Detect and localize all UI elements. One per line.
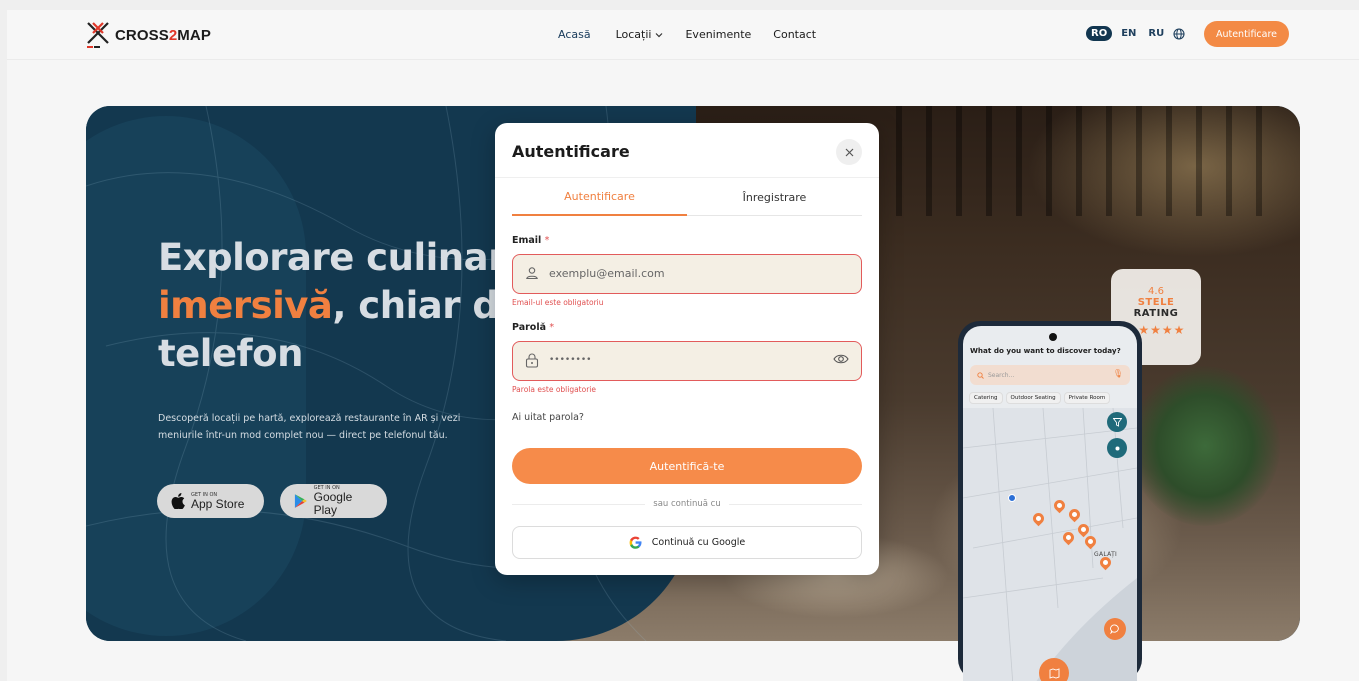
rating-value: 4.6 [1148, 286, 1164, 297]
logo[interactable]: CROSS2MAP [85, 19, 211, 51]
header-login-button[interactable]: Autentificare [1204, 21, 1289, 47]
phone-title: What do you want to discover today? [970, 346, 1121, 355]
auth-tabs: Autentificare Înregistrare [512, 178, 862, 216]
password-label: Parolă * [512, 322, 555, 333]
google-login-label: Continuă cu Google [651, 537, 746, 548]
phone-mockup: What do you want to discover today? Sear… [958, 321, 1142, 681]
google-play-button[interactable]: GET IN ON Google Play [280, 484, 387, 518]
email-error: Email-ul este obligatoriu [512, 298, 604, 307]
google-play-text: GET IN ON Google Play [313, 485, 353, 517]
app-store-button[interactable]: GET IN ON App Store [157, 484, 264, 518]
plant-decoration [1130, 366, 1280, 526]
google-play-icon [294, 494, 307, 508]
or-divider: sau continuă cu [512, 497, 862, 511]
close-button[interactable] [836, 139, 862, 165]
email-field[interactable]: exemplu@email.com [512, 254, 862, 294]
camera-notch [1049, 333, 1057, 341]
search-icon [977, 371, 984, 379]
chat-fab [1104, 618, 1126, 640]
chip: Outdoor Seating [1005, 392, 1061, 404]
globe-icon[interactable] [1173, 27, 1185, 40]
email-placeholder: exemplu@email.com [549, 267, 665, 280]
lang-en[interactable]: EN [1118, 26, 1139, 41]
lang-ru[interactable]: RU [1145, 26, 1167, 41]
or-text: sau continuă cu [653, 499, 721, 509]
hero-title: Explorare culinar imersivă, chiar di tel… [158, 236, 511, 375]
forgot-password-link[interactable]: Ai uitat parola? [512, 412, 584, 423]
chat-icon [1110, 624, 1119, 634]
password-error: Parola este obligatorie [512, 385, 596, 394]
app-store-text: GET IN ON App Store [191, 491, 245, 511]
tab-login[interactable]: Autentificare [512, 178, 687, 216]
top-header: CROSS2MAP Acasă Locații Evenimente Conta… [7, 10, 1359, 60]
chip: Catering [969, 392, 1003, 404]
microphone-icon: 🎙 [1112, 369, 1123, 378]
nav-events[interactable]: Evenimente [685, 28, 751, 41]
email-label: Email * [512, 235, 550, 246]
nav-home[interactable]: Acasă [558, 28, 591, 41]
modal-title: Autentificare [512, 142, 630, 161]
phone-map: GALAȚI [963, 408, 1137, 681]
language-switcher: RO EN RU [1086, 26, 1185, 41]
nav-locations[interactable]: Locații [616, 28, 664, 41]
phone-search: Search... 🎙 [970, 365, 1130, 385]
map-icon [1049, 667, 1059, 679]
close-icon [845, 148, 853, 156]
map-city-label: GALAȚI [1094, 551, 1118, 558]
password-value: •••••••• [549, 355, 592, 365]
main-nav: Acasă Locații Evenimente Contact [558, 28, 816, 41]
user-icon [526, 267, 538, 280]
filter-icon [1112, 417, 1122, 427]
rating-label-stars: STELE [1137, 297, 1175, 308]
rating-label: RATING [1133, 308, 1179, 319]
nav-contact[interactable]: Contact [773, 28, 816, 41]
logo-text: CROSS2MAP [115, 26, 211, 44]
apple-icon [171, 493, 185, 509]
phone-filter-chips: Catering Outdoor Seating Private Room [969, 392, 1111, 404]
google-icon [629, 536, 642, 549]
user-location-dot [1008, 494, 1016, 502]
lang-ro[interactable]: RO [1086, 26, 1113, 41]
map-tab-fab [1039, 658, 1069, 681]
login-submit-button[interactable]: Autentifică-te [512, 448, 862, 484]
lock-icon [525, 353, 539, 368]
password-field[interactable]: •••••••• [512, 341, 862, 381]
login-modal: Autentificare Autentificare Înregistrare… [495, 123, 879, 575]
hero-description: Descoperă locații pe hartă, explorează r… [158, 413, 461, 441]
page: CROSS2MAP Acasă Locații Evenimente Conta… [7, 10, 1359, 681]
locate-icon [1115, 446, 1119, 450]
locate-fab [1107, 438, 1127, 458]
chip: Private Room [1063, 392, 1111, 404]
chevron-down-icon [656, 32, 663, 37]
phone-screen: What do you want to discover today? Sear… [963, 326, 1137, 681]
nav-locations-label: Locații [615, 28, 652, 41]
eye-icon[interactable] [833, 353, 849, 365]
filter-fab [1107, 412, 1127, 432]
phone-search-placeholder: Search... [988, 371, 1015, 379]
google-login-button[interactable]: Continuă cu Google [512, 526, 862, 559]
logo-icon [87, 22, 109, 48]
tab-register[interactable]: Înregistrare [687, 178, 862, 216]
